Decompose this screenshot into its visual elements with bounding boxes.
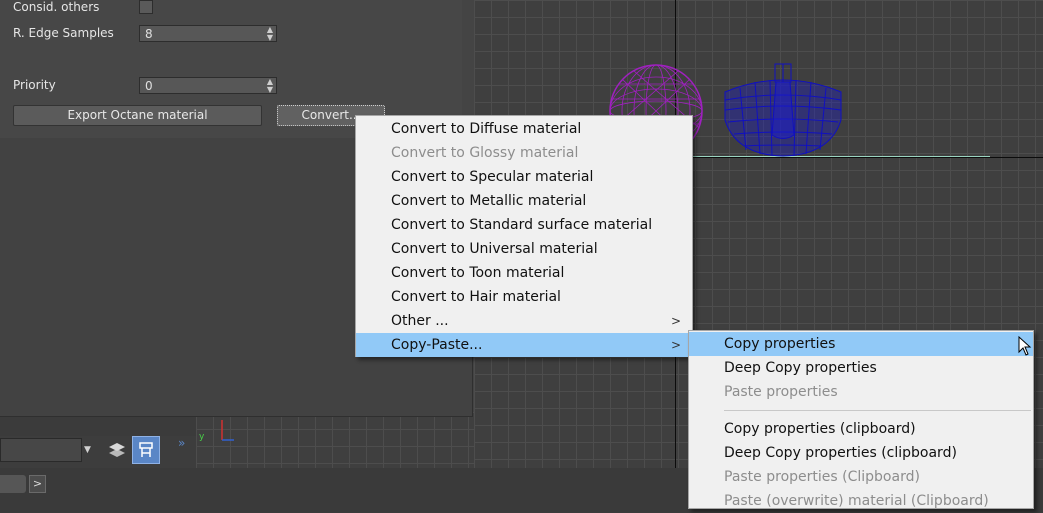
edge-samples-value: 8 (145, 27, 153, 41)
menu-separator (724, 410, 1031, 411)
menu-item-convert-hair[interactable]: Convert to Hair material (356, 285, 692, 309)
layers-icon[interactable] (103, 436, 131, 464)
viewport-lower-area[interactable] (196, 412, 474, 468)
priority-label: Priority (13, 78, 56, 92)
menu-item-convert-metallic[interactable]: Convert to Metallic material (356, 189, 692, 213)
priority-value: 0 (145, 79, 153, 93)
submenu-arrow-icon: > (670, 338, 681, 352)
combo-dropdown-icon[interactable]: ▼ (84, 445, 91, 455)
edge-samples-spinner[interactable]: 8 ▲ ▼ (139, 25, 277, 42)
consid-others-label: Consid. others (13, 0, 100, 14)
menu-item-other-label: Other ... (391, 313, 449, 329)
mouse-cursor-icon (1018, 336, 1032, 356)
menu-item-paste-properties[interactable]: Paste properties (689, 380, 1033, 404)
convert-menu: Convert to Diffuse material Convert to G… (355, 115, 693, 357)
priority-spinner[interactable]: 0 ▲ ▼ (139, 77, 277, 94)
menu-item-convert-toon[interactable]: Convert to Toon material (356, 261, 692, 285)
menu-item-convert-universal[interactable]: Convert to Universal material (356, 237, 692, 261)
axis-y-label: y (199, 432, 205, 442)
menu-item-convert-specular[interactable]: Convert to Specular material (356, 165, 692, 189)
axis-gizmo-icon (221, 420, 234, 441)
menu-item-copy-properties[interactable]: Copy properties (689, 332, 1033, 356)
menu-item-paste-properties-clipboard[interactable]: Paste properties (Clipboard) (689, 465, 1033, 489)
menu-item-convert-standard-surface[interactable]: Convert to Standard surface material (356, 213, 692, 237)
menu-item-convert-glossy[interactable]: Convert to Glossy material (356, 141, 692, 165)
wireframe-teapot[interactable] (720, 60, 846, 158)
submenu-arrow-icon: > (670, 314, 681, 328)
spinner-arrows-icon[interactable]: ▲ ▼ (267, 78, 273, 94)
menu-item-other[interactable]: Other ... > (356, 309, 692, 333)
timeline-scroll-track[interactable] (0, 475, 26, 493)
menu-item-deep-copy-properties-clipboard[interactable]: Deep Copy properties (clipboard) (689, 441, 1033, 465)
menu-item-copy-paste[interactable]: Copy-Paste... > (356, 333, 692, 357)
spinner-arrows-icon[interactable]: ▲ ▼ (267, 26, 273, 42)
menu-item-copy-properties-clipboard[interactable]: Copy properties (clipboard) (689, 417, 1033, 441)
layer-combo[interactable] (0, 438, 82, 462)
scene-explorer-icon[interactable] (132, 436, 160, 464)
export-octane-material-button[interactable]: Export Octane material (13, 105, 262, 126)
edge-samples-label: R. Edge Samples (13, 26, 114, 40)
menu-item-copy-paste-label: Copy-Paste... (391, 337, 483, 353)
menu-item-deep-copy-properties[interactable]: Deep Copy properties (689, 356, 1033, 380)
menu-item-convert-diffuse[interactable]: Convert to Diffuse material (356, 117, 692, 141)
expand-chevron-icon[interactable]: » (178, 436, 185, 450)
menu-item-paste-overwrite-material-clipboard[interactable]: Paste (overwrite) material (Clipboard) (689, 489, 1033, 513)
scroll-right-button[interactable]: > (29, 475, 46, 493)
consid-others-checkbox[interactable] (139, 0, 153, 14)
copy-paste-submenu: Copy properties Deep Copy properties Pas… (688, 330, 1034, 509)
